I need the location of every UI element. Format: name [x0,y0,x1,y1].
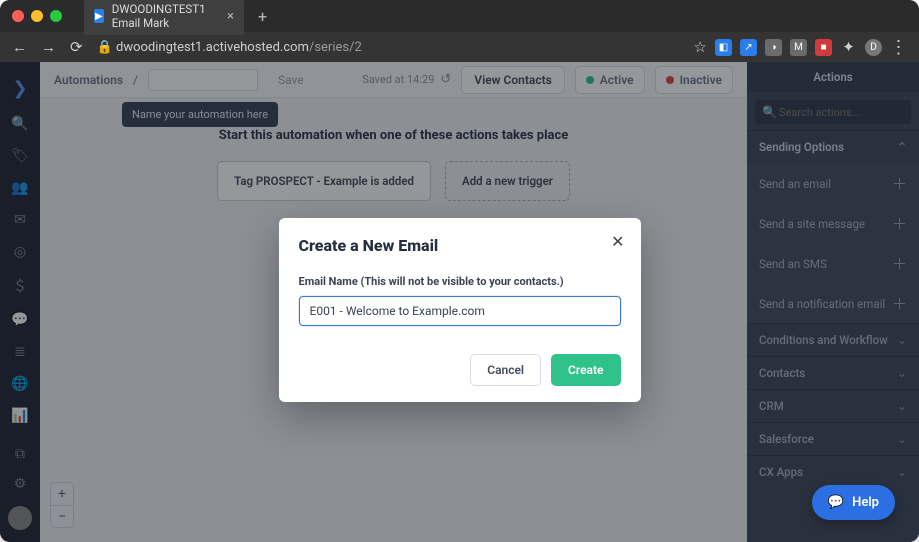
url-host: dwoodingtest1.activehosted.com [116,40,309,55]
maximize-window-button[interactable] [50,10,62,22]
modal-close-icon[interactable]: ✕ [611,232,624,251]
extension-icon-1[interactable]: ◧ [715,39,732,56]
extension-icon-5[interactable]: ■ [815,39,832,56]
window-controls [12,10,62,22]
tab-close-icon[interactable]: × [227,9,234,24]
extensions-menu-icon[interactable]: ✦ [840,39,857,56]
modal-wrap: Create a New Email ✕ Email Name (This wi… [0,62,919,542]
close-window-button[interactable] [12,10,24,22]
modal-field-label: Email Name (This will not be visible to … [299,275,621,288]
nav-reload-icon[interactable]: ⟳ [70,38,83,56]
extension-icons: ☆ ◧ ↗ ◑ M ■ ✦ D ⋮ [694,38,907,56]
cancel-button[interactable]: Cancel [470,354,541,386]
nav-forward-icon[interactable]: → [41,38,56,56]
app-root: ❯ 🔍 🏷 👥 ✉ ◎ ＄ 💬 ≣ 🌐 📊 ⧉ ⚙ Automations / … [0,62,919,542]
tab-title: DWOODINGTEST1 Email Mark [112,2,219,30]
create-email-modal: Create a New Email ✕ Email Name (This wi… [279,218,641,402]
browser-tabstrip: ▶ DWOODINGTEST1 Email Mark × + [84,0,273,35]
extension-icon-4[interactable]: M [790,39,807,56]
lock-icon: 🔒 [97,40,113,55]
minimize-window-button[interactable] [31,10,43,22]
profile-avatar-icon[interactable]: D [865,39,882,56]
create-button[interactable]: Create [551,354,620,386]
modal-actions: Cancel Create [299,354,621,386]
extension-icon-3[interactable]: ◑ [765,39,782,56]
browser-tab[interactable]: ▶ DWOODINGTEST1 Email Mark × [84,0,244,35]
nav-back-icon[interactable]: ← [12,38,27,56]
mac-titlebar: ▶ DWOODINGTEST1 Email Mark × + [0,0,919,32]
browser-menu-icon[interactable]: ⋮ [890,39,907,56]
address-bar[interactable]: 🔒 dwoodingtest1.activehosted.com/series/… [97,40,680,55]
modal-title: Create a New Email [299,236,621,255]
email-name-input[interactable] [299,296,621,326]
extension-icon-2[interactable]: ↗ [740,39,757,56]
new-tab-button[interactable]: + [252,7,273,26]
bookmark-star-icon[interactable]: ☆ [694,38,707,56]
tab-favicon-icon: ▶ [94,9,104,23]
browser-toolbar: ← → ⟳ 🔒 dwoodingtest1.activehosted.com/s… [0,32,919,62]
url-path: /series/2 [309,40,362,55]
